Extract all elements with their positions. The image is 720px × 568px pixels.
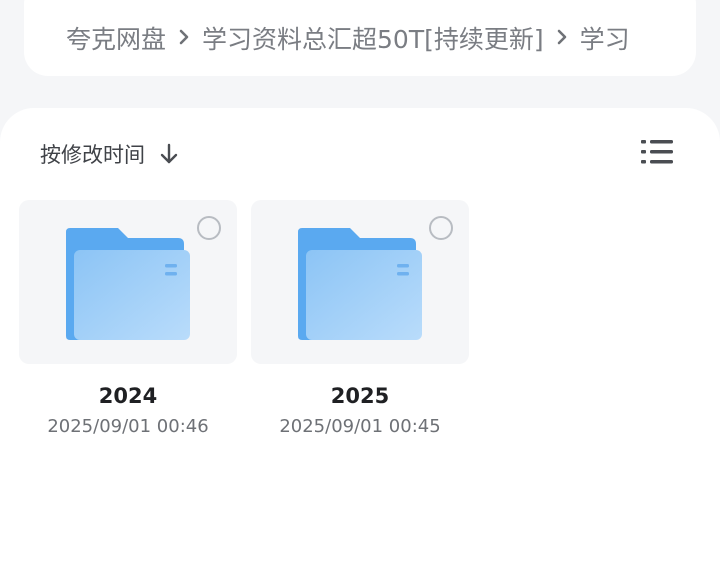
sort-by-modified-button[interactable]: 按修改时间 (40, 136, 179, 172)
folder-name: 2025 (330, 384, 390, 408)
folder-name: 2024 (98, 384, 158, 408)
folder-modified-date: 2025/09/01 00:45 (279, 416, 441, 437)
chevron-right-icon (166, 28, 202, 46)
breadcrumb: 夸克网盘 学习资料总汇超50T[持续更新] 学习 (66, 0, 680, 76)
breadcrumb-item-folder[interactable]: 学习资料总汇超50T[持续更新] (202, 20, 544, 56)
folder-icon (298, 228, 422, 340)
sort-label: 按修改时间 (40, 143, 145, 167)
breadcrumb-card: 夸克网盘 学习资料总汇超50T[持续更新] 学习 (24, 0, 696, 76)
arrow-down-icon (160, 143, 178, 164)
folder-modified-date: 2025/09/01 00:46 (47, 416, 209, 437)
select-checkbox[interactable] (197, 216, 221, 240)
list-view-toggle-button[interactable] (640, 138, 680, 170)
folder-card-2025[interactable] (251, 200, 469, 364)
folder-card-2024[interactable] (19, 200, 237, 364)
breadcrumb-item-root[interactable]: 夸克网盘 (66, 20, 166, 56)
list-view-icon (641, 140, 673, 164)
chevron-right-icon (544, 28, 580, 46)
select-checkbox[interactable] (429, 216, 453, 240)
breadcrumb-item-current[interactable]: 学习 (580, 20, 630, 56)
folder-icon (66, 228, 190, 340)
